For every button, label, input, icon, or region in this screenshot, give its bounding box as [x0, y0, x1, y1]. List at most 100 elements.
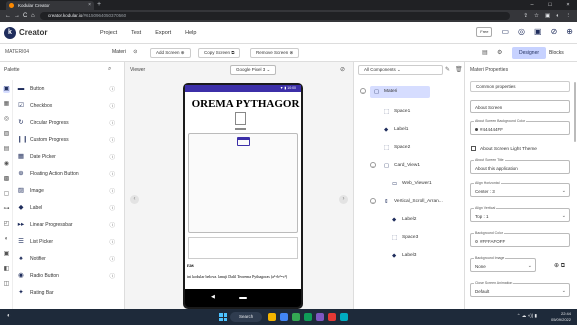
category-monetization-icon[interactable]: ◐ — [3, 236, 10, 243]
background-color-field[interactable]: Background Color #FFFAFOFF — [470, 231, 570, 247]
screen-label2[interactable]: ras — [187, 264, 194, 269]
store-app-icon[interactable] — [316, 313, 324, 321]
help-icon[interactable]: ⓘ — [109, 136, 115, 144]
close-window-icon[interactable]: × — [559, 0, 577, 10]
palette-item-label[interactable]: ◆ Label ⓘ — [15, 201, 123, 215]
light-theme-checkbox[interactable]: About Screen Light Theme — [471, 146, 537, 152]
minimize-icon[interactable]: – — [523, 0, 541, 10]
background-image-select[interactable]: Background Image None ⌄ ⊕ ⧉ — [470, 256, 565, 272]
device-preview-select[interactable]: Google Pixel 3 ⌄ — [230, 65, 277, 75]
collapse-icon[interactable]: – — [370, 198, 376, 204]
tree-item-label1[interactable]: ◆ Label1 — [380, 124, 440, 136]
app-icon[interactable] — [340, 313, 348, 321]
align-vertical-select[interactable]: Align Vertical Top : 1 ⌄ — [470, 206, 570, 222]
components-filter-select[interactable]: All Components ⌄ — [358, 65, 443, 75]
share-icon[interactable]: ⇪ — [523, 11, 528, 21]
category-user-interface-icon[interactable]: ▣ — [3, 86, 10, 93]
palette-item-button[interactable]: ▬ Button ⓘ — [15, 82, 123, 96]
category-maps-icon[interactable]: ▤ — [3, 146, 10, 153]
url-input[interactable]: creator.kodular.io/#6150964050370560 — [40, 12, 510, 20]
browser-menu-icon[interactable]: ⋮ — [566, 11, 572, 21]
category-media-icon[interactable]: ◎ — [3, 116, 10, 123]
category-utilities-icon[interactable]: ▣ — [3, 251, 10, 258]
new-tab-icon[interactable]: + — [97, 0, 101, 10]
taskbar-search[interactable]: Search — [230, 312, 262, 322]
remove-screen-button[interactable]: Remove Screen ⊗ — [250, 48, 300, 58]
category-storage-icon[interactable]: ▢ — [3, 191, 10, 198]
help-icon[interactable]: ⓘ — [109, 119, 115, 127]
help-icon[interactable]: ⓘ — [109, 221, 115, 229]
tree-item-card-view1[interactable]: – ▢ Card_View1 — [370, 160, 450, 172]
notifications-icon[interactable]: ⊘ — [551, 26, 558, 38]
reload-icon[interactable]: C — [23, 11, 27, 21]
projects-icon[interactable]: ▭ — [501, 26, 509, 38]
common-properties-section[interactable]: Common properties — [470, 81, 570, 92]
collapse-icon[interactable]: – — [370, 162, 376, 168]
start-menu-icon[interactable] — [219, 313, 227, 321]
screen-space2-component[interactable] — [235, 128, 246, 130]
help-icon[interactable]: ⓘ — [109, 153, 115, 161]
hide-components-icon[interactable]: ⊘ — [340, 66, 345, 73]
tab-close-icon[interactable]: × — [88, 1, 91, 10]
help-icon[interactable]: ⓘ — [109, 204, 115, 212]
files-icon[interactable] — [280, 313, 288, 321]
free-plan-badge[interactable]: Free — [476, 27, 493, 37]
help-icon[interactable]: ⓘ — [109, 170, 115, 178]
chrome-icon[interactable] — [328, 313, 336, 321]
add-screen-button[interactable]: Add Screen ⊕ — [150, 48, 191, 58]
screen-vertical-scroll[interactable] — [188, 237, 298, 259]
category-lego-icon[interactable]: ◧ — [3, 266, 10, 273]
mail-icon[interactable] — [292, 313, 300, 321]
about-screen-textarea[interactable]: About Screen — [470, 100, 570, 113]
palette-item-linear-progressbar[interactable]: ▸▸ Linear Progressbar ⓘ — [15, 218, 123, 232]
palette-item-date-picker[interactable]: ▦ Date Picker ⓘ — [15, 150, 123, 164]
tree-item-space2[interactable]: ⬚ Space2 — [380, 142, 440, 154]
palette-item-circular-progress[interactable]: ↻ Circular Progress ⓘ — [15, 116, 123, 130]
tree-item-space3[interactable]: ⬚ Space3 — [388, 232, 448, 244]
tree-item-space1[interactable]: ⬚ Space1 — [380, 106, 440, 118]
palette-item-radio-button[interactable]: ◉ Radio Button ⓘ — [15, 269, 123, 283]
help-icon[interactable]: ⓘ — [109, 238, 115, 246]
kodular-logo-icon[interactable]: k — [4, 27, 16, 39]
screen-label3[interactable]: ini kodular belova. lanuji Dalil Teorema… — [187, 274, 301, 279]
palette-item-image[interactable]: ▨ Image ⓘ — [15, 184, 123, 198]
settings-icon[interactable]: ⚙ — [497, 48, 502, 58]
palette-item-list-picker[interactable]: ☰ List Picker ⓘ — [15, 235, 123, 249]
edit-icon[interactable]: ✎ — [445, 66, 450, 73]
extensions-icon[interactable]: ▣ — [545, 11, 550, 21]
palette-item-rating-bar[interactable]: ✦ Rating Bar — [15, 286, 123, 300]
tree-item-label2[interactable]: ◆ Label2 — [388, 214, 448, 226]
category-extensions-icon[interactable]: ◫ — [3, 281, 10, 288]
help-icon[interactable]: ⓘ — [109, 102, 115, 110]
edge-icon[interactable] — [304, 313, 312, 321]
browser-tab[interactable]: Kodular Creator × — [6, 1, 94, 10]
clock[interactable]: 22:44 05/09/2022 — [551, 311, 571, 323]
menu-project[interactable]: Project — [100, 27, 117, 39]
back-icon[interactable]: ← — [5, 11, 11, 21]
weather-icon[interactable]: ◐ — [7, 313, 11, 319]
delete-icon[interactable]: 🗑 — [455, 66, 463, 73]
copy-screen-button[interactable]: Copy Screen ⧉ — [198, 48, 241, 58]
close-animation-select[interactable]: Close Screen Animation Default ⌄ — [470, 281, 570, 297]
screen-space-component[interactable] — [235, 112, 246, 125]
home-icon[interactable]: ⌂ — [31, 11, 35, 21]
menu-test[interactable]: Test — [131, 27, 141, 39]
profile-icon[interactable]: ◐ — [556, 11, 559, 21]
tree-item-vertical-scroll[interactable]: – ⇕ Vertical_Scroll_Arran... — [370, 196, 462, 208]
menu-export[interactable]: Export — [155, 27, 171, 39]
bookmark-star-icon[interactable]: ☆ — [534, 11, 539, 21]
scroll-right-icon[interactable]: › — [339, 195, 348, 204]
store-icon[interactable]: ▣ — [534, 26, 542, 38]
screen-card-view[interactable] — [188, 133, 298, 233]
category-social-icon[interactable]: ▩ — [3, 176, 10, 183]
about-title-field[interactable]: About Screen Title About this applicatio… — [470, 158, 570, 174]
tree-item-label3[interactable]: ◆ Label3 — [388, 250, 448, 262]
checkbox-icon[interactable] — [471, 146, 476, 151]
about-bg-color-field[interactable]: About Screen Background Color #444444FF — [470, 119, 570, 135]
tree-item-web-viewer1[interactable]: ▭ Web_Viewer1 — [388, 178, 453, 190]
palette-search-icon[interactable]: ⌕ — [108, 66, 111, 73]
scroll-left-icon[interactable]: ‹ — [130, 195, 139, 204]
taskview-icon[interactable] — [268, 313, 276, 321]
align-horizontal-select[interactable]: Align Horizontal Center : 3 ⌄ — [470, 181, 570, 197]
help-icon[interactable]: ⓘ — [109, 272, 115, 280]
